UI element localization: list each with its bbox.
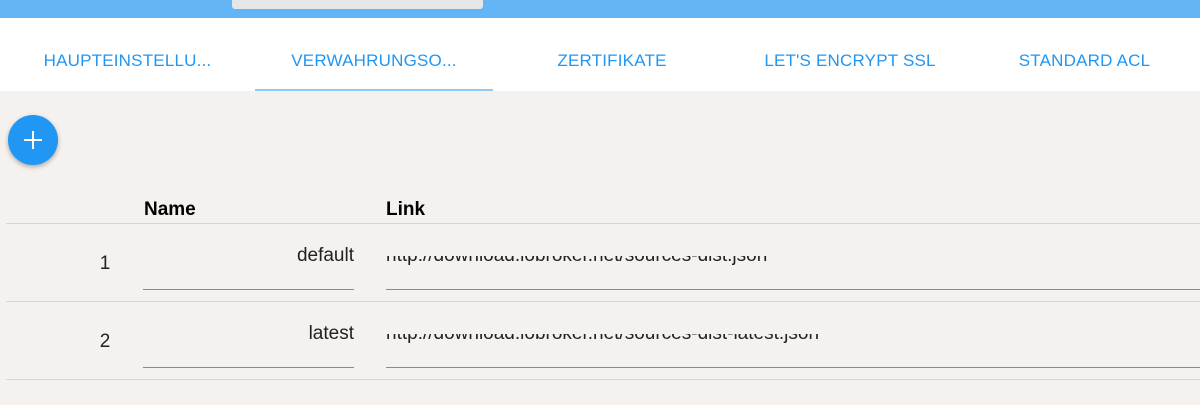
header-divider (6, 223, 1200, 224)
tab-default-acl[interactable]: STANDARD ACL (969, 18, 1200, 91)
tab-label: ZERTIFIKATE (557, 50, 667, 70)
link-value: http://download.iobroker.net/sources-dis… (386, 256, 767, 267)
app-top-bar (0, 0, 1200, 18)
link-field[interactable]: http://download.iobroker.net/sources-dis… (386, 334, 1200, 368)
tab-repositories[interactable]: VERWAHRUNGSO... (255, 18, 493, 91)
plus-icon (24, 131, 42, 149)
column-header-link: Link (386, 199, 426, 220)
row-divider (6, 301, 1200, 302)
row-divider (6, 379, 1200, 380)
tab-main-settings[interactable]: HAUPTEINSTELLU... (0, 18, 255, 91)
row-index: 2 (99, 331, 111, 352)
tab-label: HAUPTEINSTELLU... (43, 50, 212, 70)
search-field[interactable] (232, 0, 483, 9)
link-field[interactable]: http://download.iobroker.net/sources-dis… (386, 256, 1200, 290)
name-value: latest (308, 323, 354, 344)
column-header-name: Name (144, 199, 196, 220)
tab-label: VERWAHRUNGSO... (291, 50, 457, 70)
tab-lets-encrypt[interactable]: LET'S ENCRYPT SSL (731, 18, 969, 91)
link-value: http://download.iobroker.net/sources-dis… (386, 334, 819, 345)
name-field[interactable]: default (143, 245, 354, 290)
tab-certificates[interactable]: ZERTIFIKATE (493, 18, 731, 91)
row-index: 1 (99, 253, 111, 274)
tab-label: LET'S ENCRYPT SSL (764, 50, 936, 70)
add-repository-button[interactable] (8, 115, 58, 165)
settings-tabs: HAUPTEINSTELLU... VERWAHRUNGSO... ZERTIF… (0, 18, 1200, 91)
active-tab-indicator (255, 89, 493, 91)
name-value: default (296, 245, 354, 266)
name-field[interactable]: latest (143, 323, 354, 368)
tab-label: STANDARD ACL (1018, 50, 1151, 70)
